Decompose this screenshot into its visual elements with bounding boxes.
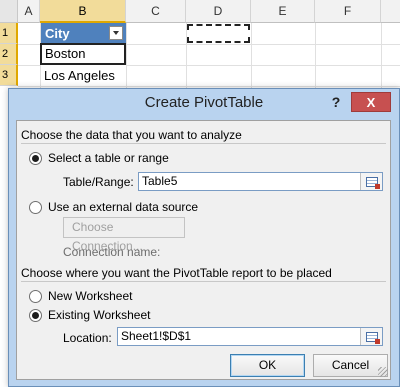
radio-icon[interactable] [29, 151, 42, 165]
row-header-3[interactable]: 3 [0, 65, 18, 86]
radio-select-table-label: Select a table or range [48, 151, 169, 165]
select-all-corner[interactable] [0, 0, 18, 23]
column-header-f[interactable]: F [315, 0, 381, 23]
section-title-data: Choose the data that you want to analyze [21, 128, 242, 142]
radio-external-label: Use an external data source [48, 200, 199, 214]
collapse-dialog-icon[interactable] [360, 328, 382, 345]
column-header-g[interactable] [381, 0, 400, 23]
location-value: Sheet1!$D$1 [121, 329, 192, 343]
column-header-e[interactable]: E [251, 0, 315, 23]
radio-existing-worksheet[interactable]: Existing Worksheet [29, 308, 151, 322]
close-button[interactable]: X [351, 92, 391, 112]
column-header-c[interactable]: C [126, 0, 186, 23]
radio-new-worksheet[interactable]: New Worksheet [29, 289, 132, 303]
cell-b2[interactable]: Boston [40, 43, 126, 65]
column-header-b[interactable]: B [40, 0, 126, 23]
row-header-1[interactable]: 1 [0, 23, 18, 44]
radio-icon[interactable] [29, 289, 42, 303]
cancel-button[interactable]: Cancel [313, 354, 388, 377]
dialog-body: Choose the data that you want to analyze… [16, 120, 391, 380]
table-range-label: Table/Range: [63, 175, 134, 189]
section-divider [21, 281, 386, 282]
table-header-label: City [45, 26, 70, 41]
radio-icon[interactable] [29, 200, 42, 214]
table-range-input[interactable]: Table5 [138, 172, 383, 191]
table-header-city[interactable]: City [41, 23, 126, 44]
radio-existing-label: Existing Worksheet [48, 308, 151, 322]
location-label: Location: [63, 331, 112, 345]
row-header-2[interactable]: 2 [0, 44, 18, 65]
spreadsheet: A B C D E F 1 2 3 City Boston Los Angele… [0, 0, 400, 103]
column-header-a[interactable]: A [18, 0, 40, 23]
connection-name-label: Connection name: [63, 245, 161, 259]
collapse-dialog-icon[interactable] [360, 173, 382, 190]
location-input[interactable]: Sheet1!$D$1 [117, 327, 383, 346]
help-button[interactable]: ? [325, 92, 347, 112]
radio-new-label: New Worksheet [48, 289, 133, 303]
filter-dropdown-icon[interactable] [109, 26, 123, 40]
resize-grip-icon[interactable] [378, 367, 388, 377]
radio-select-table[interactable]: Select a table or range [29, 151, 169, 165]
create-pivottable-dialog: Create PivotTable ? X Choose the data th… [8, 88, 400, 387]
radio-icon[interactable] [29, 308, 42, 322]
ok-button[interactable]: OK [230, 354, 305, 377]
section-divider [21, 143, 386, 144]
choose-connection-button[interactable]: Choose Connection... [63, 217, 185, 253]
radio-external-source[interactable]: Use an external data source [29, 200, 198, 214]
column-header-d[interactable]: D [186, 0, 251, 23]
table-range-value: Table5 [142, 174, 178, 188]
cell-b3[interactable]: Los Angeles [41, 65, 126, 86]
copy-marquee [187, 24, 250, 43]
section-title-placement: Choose where you want the PivotTable rep… [21, 266, 332, 280]
